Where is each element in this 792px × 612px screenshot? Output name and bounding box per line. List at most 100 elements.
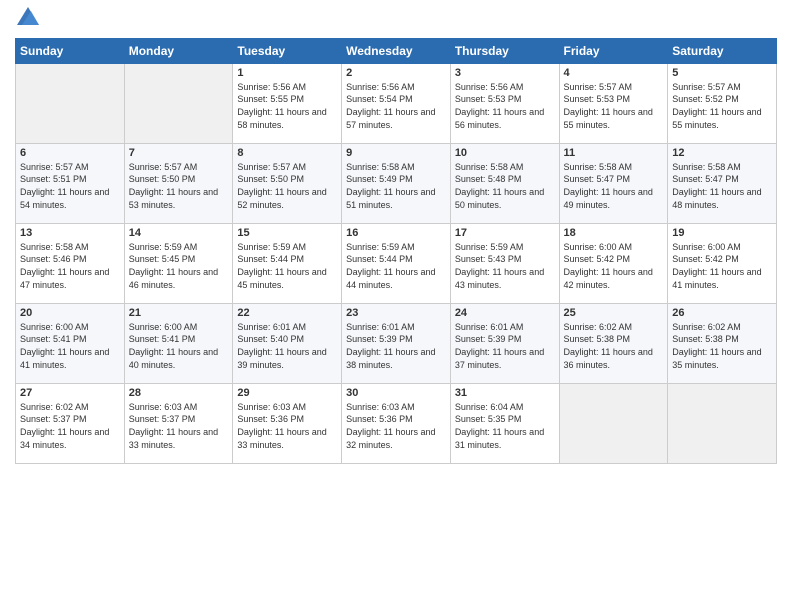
day-number: 21 bbox=[129, 307, 229, 319]
logo bbox=[15, 10, 39, 30]
calendar-cell: 25 Sunrise: 6:02 AM Sunset: 5:38 PM Dayli… bbox=[559, 303, 668, 383]
calendar-cell: 9 Sunrise: 5:58 AM Sunset: 5:49 PM Daylig… bbox=[342, 143, 451, 223]
weekday-saturday: Saturday bbox=[668, 38, 777, 63]
calendar-cell: 12 Sunrise: 5:58 AM Sunset: 5:47 PM Dayli… bbox=[668, 143, 777, 223]
day-number: 12 bbox=[672, 147, 772, 159]
day-info: Sunrise: 5:57 AM Sunset: 5:51 PM Dayligh… bbox=[20, 161, 120, 211]
day-number: 24 bbox=[455, 307, 555, 319]
day-info: Sunrise: 6:01 AM Sunset: 5:39 PM Dayligh… bbox=[346, 321, 446, 371]
day-info: Sunrise: 5:58 AM Sunset: 5:49 PM Dayligh… bbox=[346, 161, 446, 211]
day-number: 1 bbox=[237, 67, 337, 79]
day-info: Sunrise: 6:00 AM Sunset: 5:41 PM Dayligh… bbox=[20, 321, 120, 371]
day-info: Sunrise: 5:59 AM Sunset: 5:44 PM Dayligh… bbox=[237, 241, 337, 291]
day-number: 13 bbox=[20, 227, 120, 239]
day-info: Sunrise: 6:00 AM Sunset: 5:41 PM Dayligh… bbox=[129, 321, 229, 371]
day-number: 5 bbox=[672, 67, 772, 79]
day-info: Sunrise: 6:03 AM Sunset: 5:37 PM Dayligh… bbox=[129, 401, 229, 451]
day-info: Sunrise: 5:58 AM Sunset: 5:47 PM Dayligh… bbox=[564, 161, 664, 211]
weekday-friday: Friday bbox=[559, 38, 668, 63]
weekday-thursday: Thursday bbox=[450, 38, 559, 63]
calendar-cell: 13 Sunrise: 5:58 AM Sunset: 5:46 PM Dayli… bbox=[16, 223, 125, 303]
calendar-cell bbox=[668, 383, 777, 463]
day-info: Sunrise: 5:56 AM Sunset: 5:55 PM Dayligh… bbox=[237, 81, 337, 131]
day-info: Sunrise: 6:02 AM Sunset: 5:38 PM Dayligh… bbox=[564, 321, 664, 371]
day-number: 14 bbox=[129, 227, 229, 239]
calendar-cell: 11 Sunrise: 5:58 AM Sunset: 5:47 PM Dayli… bbox=[559, 143, 668, 223]
weekday-wednesday: Wednesday bbox=[342, 38, 451, 63]
day-info: Sunrise: 5:57 AM Sunset: 5:50 PM Dayligh… bbox=[237, 161, 337, 211]
calendar-cell: 6 Sunrise: 5:57 AM Sunset: 5:51 PM Daylig… bbox=[16, 143, 125, 223]
day-number: 23 bbox=[346, 307, 446, 319]
weekday-sunday: Sunday bbox=[16, 38, 125, 63]
week-row-5: 27 Sunrise: 6:02 AM Sunset: 5:37 PM Dayli… bbox=[16, 383, 777, 463]
day-info: Sunrise: 6:04 AM Sunset: 5:35 PM Dayligh… bbox=[455, 401, 555, 451]
day-number: 4 bbox=[564, 67, 664, 79]
day-number: 28 bbox=[129, 387, 229, 399]
calendar-cell: 18 Sunrise: 6:00 AM Sunset: 5:42 PM Dayli… bbox=[559, 223, 668, 303]
day-info: Sunrise: 6:02 AM Sunset: 5:37 PM Dayligh… bbox=[20, 401, 120, 451]
weekday-tuesday: Tuesday bbox=[233, 38, 342, 63]
calendar-cell: 17 Sunrise: 5:59 AM Sunset: 5:43 PM Dayli… bbox=[450, 223, 559, 303]
day-number: 19 bbox=[672, 227, 772, 239]
day-number: 11 bbox=[564, 147, 664, 159]
day-number: 15 bbox=[237, 227, 337, 239]
day-info: Sunrise: 5:58 AM Sunset: 5:47 PM Dayligh… bbox=[672, 161, 772, 211]
day-number: 31 bbox=[455, 387, 555, 399]
day-number: 26 bbox=[672, 307, 772, 319]
day-info: Sunrise: 5:59 AM Sunset: 5:43 PM Dayligh… bbox=[455, 241, 555, 291]
day-number: 9 bbox=[346, 147, 446, 159]
day-info: Sunrise: 6:00 AM Sunset: 5:42 PM Dayligh… bbox=[672, 241, 772, 291]
calendar-cell: 3 Sunrise: 5:56 AM Sunset: 5:53 PM Daylig… bbox=[450, 63, 559, 143]
calendar-cell: 19 Sunrise: 6:00 AM Sunset: 5:42 PM Dayli… bbox=[668, 223, 777, 303]
weekday-header-row: SundayMondayTuesdayWednesdayThursdayFrid… bbox=[16, 38, 777, 63]
calendar-cell: 26Sunrise: 6:02 AM Sunset: 5:38 PM Dayli… bbox=[668, 303, 777, 383]
day-info: Sunrise: 5:57 AM Sunset: 5:53 PM Dayligh… bbox=[564, 81, 664, 131]
day-info: Sunrise: 5:56 AM Sunset: 5:53 PM Dayligh… bbox=[455, 81, 555, 131]
week-row-1: 1 Sunrise: 5:56 AM Sunset: 5:55 PM Daylig… bbox=[16, 63, 777, 143]
day-number: 16 bbox=[346, 227, 446, 239]
calendar-cell: 22Sunrise: 6:01 AM Sunset: 5:40 PM Dayli… bbox=[233, 303, 342, 383]
calendar-cell bbox=[559, 383, 668, 463]
day-number: 25 bbox=[564, 307, 664, 319]
day-info: Sunrise: 5:59 AM Sunset: 5:44 PM Dayligh… bbox=[346, 241, 446, 291]
calendar-cell bbox=[124, 63, 233, 143]
day-info: Sunrise: 6:00 AM Sunset: 5:42 PM Dayligh… bbox=[564, 241, 664, 291]
day-info: Sunrise: 5:58 AM Sunset: 5:46 PM Dayligh… bbox=[20, 241, 120, 291]
calendar-cell: 14 Sunrise: 5:59 AM Sunset: 5:45 PM Dayli… bbox=[124, 223, 233, 303]
calendar-cell: 7Sunrise: 5:57 AM Sunset: 5:50 PM Daylig… bbox=[124, 143, 233, 223]
day-number: 30 bbox=[346, 387, 446, 399]
calendar-cell: 8 Sunrise: 5:57 AM Sunset: 5:50 PM Daylig… bbox=[233, 143, 342, 223]
week-row-4: 20 Sunrise: 6:00 AM Sunset: 5:41 PM Dayli… bbox=[16, 303, 777, 383]
day-number: 20 bbox=[20, 307, 120, 319]
day-number: 22 bbox=[237, 307, 337, 319]
day-info: Sunrise: 6:03 AM Sunset: 5:36 PM Dayligh… bbox=[346, 401, 446, 451]
day-number: 2 bbox=[346, 67, 446, 79]
calendar-cell: 4 Sunrise: 5:57 AM Sunset: 5:53 PM Daylig… bbox=[559, 63, 668, 143]
day-info: Sunrise: 5:56 AM Sunset: 5:54 PM Dayligh… bbox=[346, 81, 446, 131]
day-info: Sunrise: 5:57 AM Sunset: 5:52 PM Dayligh… bbox=[672, 81, 772, 131]
day-info: Sunrise: 5:58 AM Sunset: 5:48 PM Dayligh… bbox=[455, 161, 555, 211]
calendar-cell: 24 Sunrise: 6:01 AM Sunset: 5:39 PM Dayli… bbox=[450, 303, 559, 383]
calendar-cell: 15 Sunrise: 5:59 AM Sunset: 5:44 PM Dayli… bbox=[233, 223, 342, 303]
calendar-cell: 29Sunrise: 6:03 AM Sunset: 5:36 PM Dayli… bbox=[233, 383, 342, 463]
day-number: 3 bbox=[455, 67, 555, 79]
day-info: Sunrise: 6:03 AM Sunset: 5:36 PM Dayligh… bbox=[237, 401, 337, 451]
week-row-2: 6 Sunrise: 5:57 AM Sunset: 5:51 PM Daylig… bbox=[16, 143, 777, 223]
logo-icon bbox=[17, 7, 39, 25]
calendar-cell: 31 Sunrise: 6:04 AM Sunset: 5:35 PM Dayli… bbox=[450, 383, 559, 463]
day-info: Sunrise: 6:01 AM Sunset: 5:39 PM Dayligh… bbox=[455, 321, 555, 371]
calendar-cell: 23 Sunrise: 6:01 AM Sunset: 5:39 PM Dayli… bbox=[342, 303, 451, 383]
day-number: 27 bbox=[20, 387, 120, 399]
day-number: 10 bbox=[455, 147, 555, 159]
calendar-cell: 16 Sunrise: 5:59 AM Sunset: 5:44 PM Dayli… bbox=[342, 223, 451, 303]
day-number: 17 bbox=[455, 227, 555, 239]
day-number: 8 bbox=[237, 147, 337, 159]
header bbox=[15, 10, 777, 30]
calendar-cell: 5 Sunrise: 5:57 AM Sunset: 5:52 PM Daylig… bbox=[668, 63, 777, 143]
calendar-cell: 20 Sunrise: 6:00 AM Sunset: 5:41 PM Dayli… bbox=[16, 303, 125, 383]
day-number: 6 bbox=[20, 147, 120, 159]
day-number: 18 bbox=[564, 227, 664, 239]
week-row-3: 13 Sunrise: 5:58 AM Sunset: 5:46 PM Dayli… bbox=[16, 223, 777, 303]
calendar-cell: 10 Sunrise: 5:58 AM Sunset: 5:48 PM Dayli… bbox=[450, 143, 559, 223]
day-info: Sunrise: 5:59 AM Sunset: 5:45 PM Dayligh… bbox=[129, 241, 229, 291]
